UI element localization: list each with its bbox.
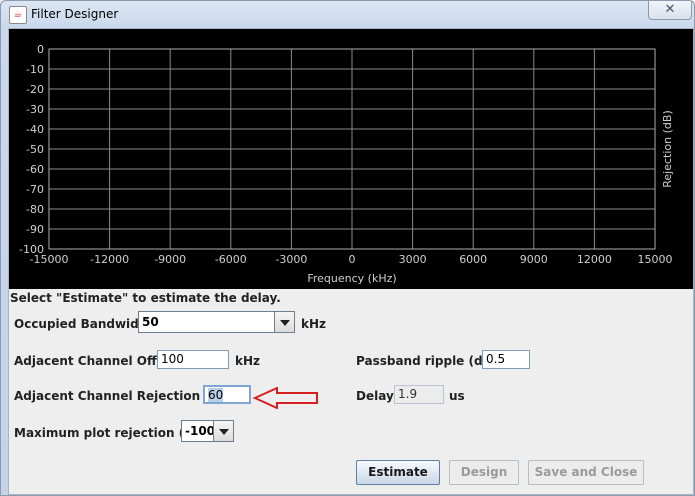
- x-tick-label: 12000: [577, 253, 612, 266]
- save-and-close-button[interactable]: Save and Close: [528, 460, 644, 485]
- occupied-bandwidth-unit: kHz: [301, 317, 327, 331]
- adjacent-offset-input[interactable]: 100: [157, 350, 229, 369]
- max-plot-rejection-value: -100: [185, 424, 216, 438]
- occupied-bandwidth-value: 50: [142, 315, 159, 329]
- x-tick-label: -9000: [154, 253, 186, 266]
- y-tick-label: -90: [26, 223, 44, 236]
- x-tick-label: 15000: [638, 253, 673, 266]
- y-tick-label: -70: [26, 183, 44, 196]
- y-tick-label: -80: [26, 203, 44, 216]
- max-plot-rejection-combo[interactable]: -100: [181, 420, 234, 442]
- passband-ripple-label: Passband ripple (dB):: [356, 354, 502, 368]
- y-tick-label: -10: [26, 63, 44, 76]
- x-tick-label: 0: [349, 253, 356, 266]
- y-tick-label: -40: [26, 123, 44, 136]
- adjacent-rejection-input[interactable]: 60: [203, 385, 251, 404]
- delay-value: 1.9: [398, 387, 418, 401]
- close-icon: ✕: [664, 2, 676, 17]
- y-tick-label: -60: [26, 163, 44, 176]
- adjacent-rejection-value: 60: [208, 388, 224, 402]
- title-bar[interactable]: ☕ Filter Designer ✕: [1, 1, 694, 28]
- x-tick-label: 6000: [459, 253, 487, 266]
- y-axis-label: Rejection (dB): [661, 110, 674, 187]
- x-tick-label: -15000: [30, 253, 69, 266]
- rejection-plot: 0 -10 -20 -30 -40 -50 -60 -70 -80 -90 -100 -15000 -1…: [9, 29, 693, 289]
- dialog-content: 0 -10 -20 -30 -40 -50 -60 -70 -80 -90 -100 -15000 -1…: [8, 28, 694, 495]
- x-tick-label: -6000: [215, 253, 247, 266]
- red-arrow-icon: [253, 387, 318, 409]
- y-tick-label: -50: [26, 143, 44, 156]
- y-tick-label: -20: [26, 83, 44, 96]
- plot-canvas: 0-10-20-30-40-50-60-70-80-90-100-15000 -1…: [19, 43, 674, 285]
- adjacent-offset-unit: kHz: [235, 354, 261, 368]
- filter-designer-window: ☕ Filter Designer ✕ 0 -10 -20 -30 -40 -50 -60 -…: [0, 0, 695, 496]
- status-text: Select "Estimate" to estimate the delay.: [10, 291, 281, 305]
- y-tick-label: 0: [37, 43, 44, 56]
- chevron-down-icon[interactable]: [274, 312, 294, 332]
- chevron-down-icon[interactable]: [213, 421, 233, 441]
- design-button[interactable]: Design: [449, 460, 519, 485]
- delay-label: Delay:: [356, 389, 399, 403]
- occupied-bandwidth-combo[interactable]: 50: [138, 311, 295, 333]
- x-tick-label: -3000: [275, 253, 307, 266]
- x-tick-label: 3000: [399, 253, 427, 266]
- x-axis-label: Frequency (kHz): [307, 272, 396, 285]
- passband-ripple-input[interactable]: 0.5: [482, 350, 530, 369]
- passband-ripple-value: 0.5: [486, 352, 506, 366]
- occupied-bandwidth-label: Occupied Bandwidth:: [14, 317, 158, 331]
- close-button[interactable]: ✕: [648, 1, 692, 20]
- estimate-button[interactable]: Estimate: [356, 460, 440, 485]
- delay-unit: us: [449, 389, 465, 403]
- x-tick-label: -12000: [90, 253, 129, 266]
- y-tick-label: -30: [26, 103, 44, 116]
- x-tick-label: 9000: [520, 253, 548, 266]
- delay-field: 1.9: [394, 385, 444, 404]
- window-title: Filter Designer: [31, 7, 119, 21]
- adjacent-offset-value: 100: [161, 352, 184, 366]
- java-app-icon: ☕: [9, 6, 27, 24]
